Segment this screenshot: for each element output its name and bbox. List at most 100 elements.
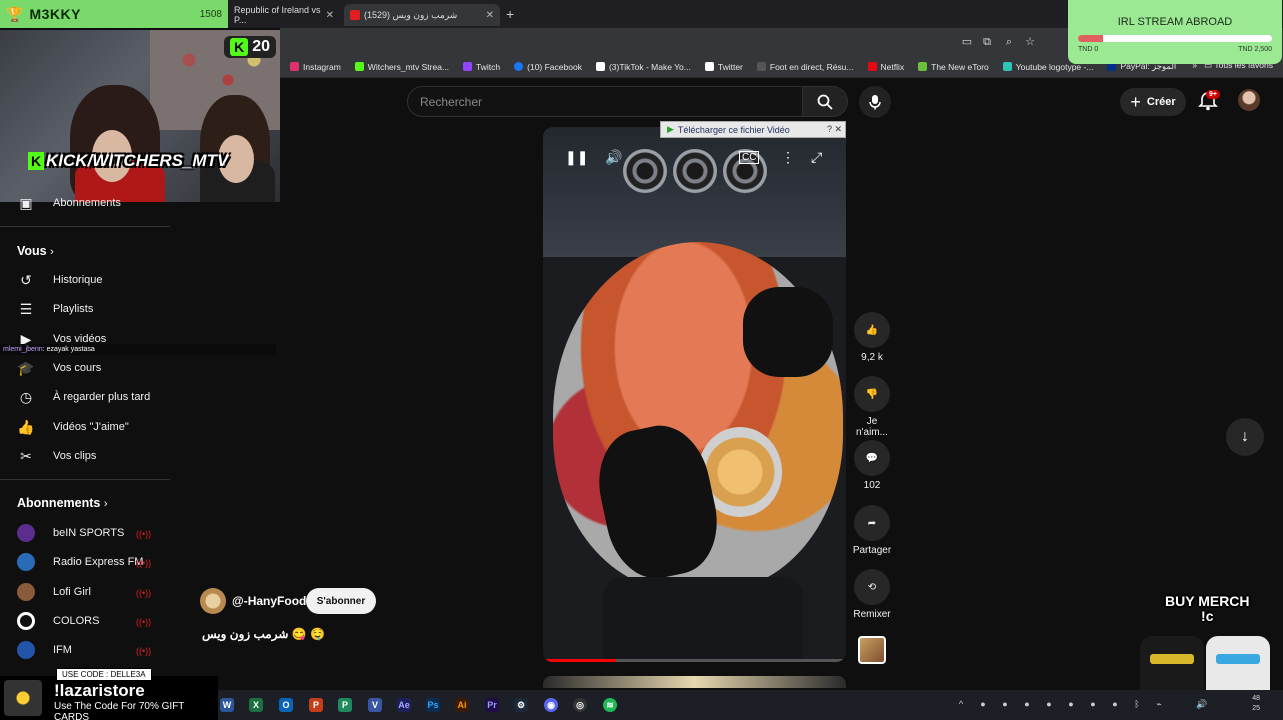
tab-youtube-shorts[interactable]: شرمب زون ويس (1529) ✕	[344, 4, 500, 26]
goal-min: TND 0	[1078, 46, 1099, 53]
bookmark-foot[interactable]: Foot en direct, Résu...	[756, 62, 854, 72]
sidebar-item-history[interactable]: ↺ Historique	[17, 269, 102, 291]
sidebar-item-subscriptions[interactable]: ▣ Abonnements	[17, 192, 121, 214]
sidebar-item-clips[interactable]: ✂ Vos clips	[17, 445, 96, 467]
close-icon[interactable]: ? ✕	[827, 124, 842, 135]
channel-avatar	[17, 641, 35, 659]
bookmark-twitch[interactable]: Twitch	[463, 62, 500, 72]
tray-app-icon[interactable]: ●	[978, 699, 988, 709]
bookmark-facebook[interactable]: (10) Facebook	[514, 62, 582, 72]
tab-ireland[interactable]: Republic of Ireland vs P... ✕	[228, 4, 340, 26]
netflix-icon	[867, 62, 877, 71]
history-icon: ↺	[20, 271, 32, 288]
sidebar-item-playlists[interactable]: ☰ Playlists	[17, 298, 94, 320]
install-app-icon[interactable]: ▭	[960, 35, 974, 49]
video-progress-bar[interactable]	[543, 659, 846, 662]
goal-title: IRL STREAM ABROAD	[1117, 16, 1233, 28]
new-tab-icon[interactable]: +	[506, 6, 514, 22]
share-icon: ➦	[854, 505, 890, 541]
dislike-button[interactable]: 👎 Je n'aim...	[851, 376, 893, 438]
word-icon[interactable]: W	[220, 698, 234, 712]
create-button[interactable]: + Créer	[1120, 88, 1186, 116]
more-options-icon[interactable]: ⋮	[781, 149, 795, 166]
photoshop-icon[interactable]: Ps	[426, 698, 440, 712]
volume-icon[interactable]: 🔊	[1196, 699, 1207, 709]
bookmark-kick[interactable]: Witchers_mtv Strea...	[354, 62, 449, 72]
car-dashboard	[543, 127, 846, 257]
bookmark-etoro[interactable]: The New eToro	[918, 62, 989, 72]
bookmark-tiktok[interactable]: (3)TikTok - Make Yo...	[595, 62, 691, 72]
air-vent	[673, 149, 717, 193]
captions-icon[interactable]: CC	[739, 151, 760, 164]
bluetooth-icon[interactable]: ᛒ	[1132, 699, 1142, 709]
chrome-icon[interactable]: ◎	[573, 698, 587, 712]
youtube-sidebar: ▣ Abonnements Vous › ↺ Historique ☰ Playli…	[0, 190, 170, 680]
sidebar-channel-colors[interactable]: COLORS	[17, 610, 99, 632]
pause-icon[interactable]: ❚❚	[565, 149, 588, 166]
premiere-icon[interactable]: Pr	[485, 698, 499, 712]
tray-app-icon[interactable]: ●	[1110, 699, 1120, 709]
shirt-logo	[1216, 654, 1260, 664]
search-button[interactable]	[802, 86, 848, 117]
fullscreen-icon[interactable]: ⤢	[811, 149, 822, 166]
like-button[interactable]: 👍 9,2 k	[851, 312, 893, 363]
sidebar-item-courses[interactable]: 🎓 Vos cours	[17, 357, 101, 379]
streamer-badge: 🏆 M3KKY 1508	[0, 0, 228, 28]
search-input[interactable]: Rechercher	[407, 86, 803, 117]
close-icon[interactable]: ✕	[486, 10, 494, 21]
share-button[interactable]: ➦ Partager	[851, 505, 893, 556]
download-video-banner[interactable]: ▶ Télécharger ce fichier Vidéo ? ✕	[660, 121, 846, 138]
plus-icon: +	[1130, 91, 1141, 112]
next-short-preview[interactable]	[543, 676, 846, 688]
remix-button[interactable]: ⟲ Remixer	[851, 569, 893, 620]
clock[interactable]: 48 25	[1238, 694, 1260, 714]
sidebar-channel-ifm[interactable]: IFM	[17, 639, 72, 661]
tray-app-icon[interactable]: ●	[1044, 699, 1054, 709]
illustrator-icon[interactable]: Ai	[455, 698, 469, 712]
close-icon[interactable]: ✕	[326, 10, 334, 21]
tray-app-icon[interactable]: ●	[1066, 699, 1076, 709]
tray-app-icon[interactable]: ●	[1000, 699, 1010, 709]
next-short-arrow-icon[interactable]: ↓	[1226, 418, 1264, 456]
car-seat	[603, 577, 803, 662]
zoom-icon[interactable]: ⌕	[1002, 35, 1016, 49]
account-avatar[interactable]	[1238, 89, 1260, 111]
sidebar-channel-radio-express[interactable]: Radio Express FM	[17, 551, 143, 573]
sidebar-channel-bein[interactable]: beIN SPORTS	[17, 522, 124, 544]
steam-icon[interactable]: ⚙	[514, 698, 528, 712]
voice-search-button[interactable]	[859, 86, 891, 118]
channel-handle[interactable]: @-HanyFood	[232, 594, 306, 608]
sidebar-item-liked[interactable]: 👍 Vidéos "J'aime"	[17, 416, 128, 438]
spotify-icon[interactable]: ≋	[603, 698, 617, 712]
sound-thumbnail[interactable]	[858, 636, 886, 664]
publisher-icon[interactable]: P	[338, 698, 352, 712]
outlook-icon[interactable]: O	[279, 698, 293, 712]
you-section-header[interactable]: Vous ›	[17, 244, 54, 258]
x-icon	[704, 62, 714, 71]
shorts-video-player[interactable]: ❚❚ 🔊 CC ⋮ ⤢	[543, 127, 846, 662]
bookmark-netflix[interactable]: Netflix	[867, 62, 904, 72]
discord-icon[interactable]: ◉	[544, 698, 558, 712]
comments-button[interactable]: 💬 102	[851, 440, 893, 491]
screen: Republic of Ireland vs P... ✕ شرمب زون و…	[0, 0, 1283, 720]
bookmark-instagram[interactable]: Instagram	[290, 62, 341, 72]
subscribe-button[interactable]: S'abonner	[306, 588, 376, 614]
after-effects-icon[interactable]: Ae	[397, 698, 411, 712]
bookmark-star-icon[interactable]: ☆	[1023, 35, 1037, 49]
network-icon[interactable]: ⌁	[1154, 699, 1164, 709]
tray-chevron-icon[interactable]: ^	[956, 699, 966, 709]
visio-icon[interactable]: V	[368, 698, 382, 712]
translate-icon[interactable]: ⧉	[980, 35, 994, 49]
streamer-name: M3KKY	[29, 6, 81, 22]
tray-app-icon[interactable]: ●	[1088, 699, 1098, 709]
excel-icon[interactable]: X	[249, 698, 263, 712]
volume-icon[interactable]: 🔊	[605, 149, 622, 166]
channel-avatar[interactable]	[200, 588, 226, 614]
bookmark-twitter[interactable]: Twitter	[704, 62, 743, 72]
sidebar-item-watch-later[interactable]: ◷ À regarder plus tard	[17, 386, 150, 408]
subscriptions-section-header[interactable]: Abonnements ›	[17, 496, 108, 510]
sidebar-channel-lofi[interactable]: Lofi Girl	[17, 581, 91, 603]
tray-app-icon[interactable]: ●	[1022, 699, 1032, 709]
powerpoint-icon[interactable]: P	[309, 698, 323, 712]
channel-avatar	[17, 524, 35, 542]
